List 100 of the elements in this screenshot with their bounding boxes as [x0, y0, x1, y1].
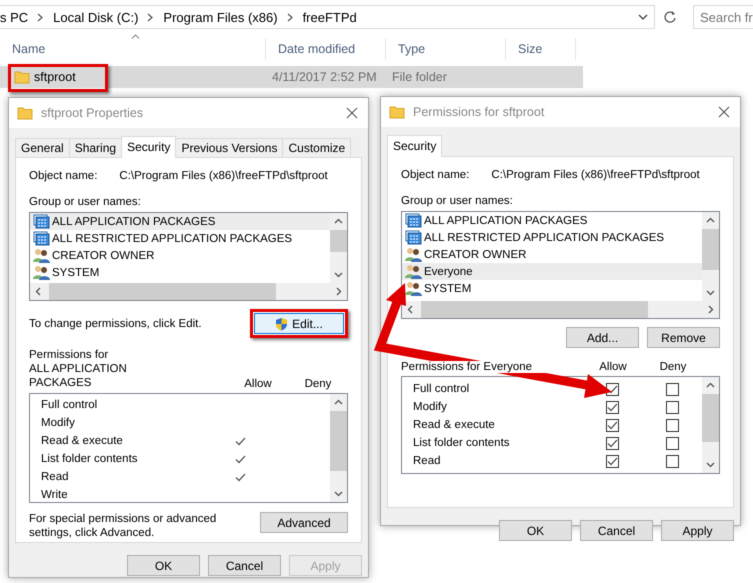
scroll-down-icon[interactable]: [334, 272, 343, 278]
scroll-right-icon[interactable]: [336, 287, 342, 296]
advanced-button[interactable]: Advanced: [260, 512, 348, 533]
breadcrumb[interactable]: s PC: [0, 10, 28, 24]
close-icon[interactable]: [346, 107, 358, 119]
scroll-up-icon[interactable]: [706, 382, 715, 388]
allow-checkbox[interactable]: [606, 454, 618, 468]
scrollbar-thumb[interactable]: [330, 411, 347, 471]
dialog-button[interactable]: Cancel: [208, 555, 281, 576]
horizontal-scrollbar[interactable]: [30, 283, 347, 300]
tab[interactable]: Security: [387, 135, 442, 157]
chevron-right-icon: [286, 12, 294, 22]
allow-checkbox[interactable]: [606, 418, 618, 432]
close-icon[interactable]: [718, 106, 730, 118]
group-item[interactable]: ALL RESTRICTED APPLICATION PACKAGES: [402, 229, 702, 246]
scroll-left-icon[interactable]: [407, 305, 413, 314]
users-icon: [33, 265, 50, 280]
permission-name: Modify: [413, 401, 448, 413]
permission-row: List folder contents: [30, 450, 330, 468]
field-label: Object name:: [401, 169, 470, 181]
check-icon: [234, 436, 246, 446]
group-item[interactable]: SYSTEM: [402, 280, 702, 297]
scroll-up-icon[interactable]: [706, 217, 715, 223]
field-label: Group or user names:: [29, 196, 142, 208]
vertical-scrollbar[interactable]: [330, 394, 347, 502]
permission-name: Read: [413, 455, 442, 467]
allow-checkbox[interactable]: [606, 400, 618, 414]
vertical-scrollbar[interactable]: [702, 377, 719, 473]
tab[interactable]: Customize: [282, 138, 352, 157]
object-path: C:\Program Files (x86)\freeFTPd\sftproot: [491, 169, 700, 181]
group-item[interactable]: ALL APPLICATION PACKAGES: [30, 213, 330, 230]
column-header[interactable]: Date modified: [266, 38, 386, 60]
deny-checkbox[interactable]: [666, 418, 678, 432]
field-label: Object name:: [29, 170, 98, 182]
field-label: Group or user names:: [401, 195, 514, 207]
tab[interactable]: Sharing: [68, 138, 122, 157]
dialog-button[interactable]: Apply: [661, 520, 734, 541]
permission-row: Read: [30, 468, 330, 486]
folder-icon: [17, 106, 33, 120]
scroll-up-icon[interactable]: [334, 218, 343, 224]
vertical-scrollbar[interactable]: [330, 213, 347, 283]
deny-checkbox[interactable]: [666, 436, 678, 450]
group-item[interactable]: Everyone: [402, 263, 702, 280]
scroll-down-icon[interactable]: [706, 462, 715, 468]
column-header: Allow: [243, 378, 273, 390]
column-header: Deny: [304, 378, 332, 390]
breadcrumb[interactable]: Local Disk (C:): [53, 10, 138, 24]
scrollbar-thumb[interactable]: [49, 283, 276, 300]
dialog-button[interactable]: OK: [127, 555, 200, 576]
permission-row-text: Write: [40, 488, 69, 502]
users-icon: [405, 281, 422, 296]
scroll-left-icon[interactable]: [35, 287, 41, 296]
edit-button[interactable]: Edit...: [254, 313, 344, 334]
remove-button[interactable]: Remove: [647, 327, 720, 348]
column-header[interactable]: Size: [506, 38, 576, 60]
deny-checkbox[interactable]: [666, 382, 678, 396]
add-button[interactable]: Add...: [566, 327, 639, 348]
chevron-down-icon[interactable]: [638, 14, 648, 20]
breadcrumb[interactable]: freeFTPd: [302, 10, 357, 24]
scroll-right-icon[interactable]: [708, 305, 714, 314]
check-icon: [234, 454, 246, 464]
horizontal-scrollbar[interactable]: [402, 301, 719, 318]
column-header[interactable]: Type: [386, 38, 506, 60]
check-icon: [234, 472, 246, 482]
scroll-up-icon[interactable]: [334, 399, 343, 405]
permission-row-text: Full control: [40, 398, 98, 413]
scrollbar-thumb[interactable]: [330, 230, 347, 252]
address-bar[interactable]: s PC Local Disk (C:) Program Files (x86) freeFTPd: [0, 5, 655, 29]
tab[interactable]: Security: [121, 136, 176, 158]
allow-checkbox[interactable]: [606, 436, 618, 450]
search-field[interactable]: Search fr: [693, 5, 753, 29]
refresh-icon[interactable]: [663, 10, 677, 24]
chevron-right-icon: [37, 12, 44, 22]
users-icon: [405, 264, 422, 279]
shield-icon: [275, 316, 288, 330]
group-item[interactable]: CREATOR OWNER: [30, 247, 330, 264]
group-item[interactable]: ALL APPLICATION PACKAGES: [402, 212, 702, 229]
users-icon: [405, 247, 422, 262]
window-title: sftproot Properties: [41, 106, 144, 120]
scrollbar-thumb[interactable]: [702, 229, 719, 270]
field-label: Permissions for ALL APPLICATION PACKAGES: [29, 348, 128, 390]
dialog-button[interactable]: Cancel: [580, 520, 653, 541]
breadcrumb[interactable]: Program Files (x86): [163, 10, 278, 24]
column-header[interactable]: Name: [0, 38, 266, 60]
scroll-down-icon[interactable]: [706, 290, 715, 296]
chevron-right-icon: [147, 12, 154, 22]
dialog-button[interactable]: OK: [499, 520, 572, 541]
group-item[interactable]: CREATOR OWNER: [402, 246, 702, 263]
permission-name: List folder contents: [413, 437, 511, 449]
file-name: sftproot: [34, 70, 76, 84]
scrollbar-thumb[interactable]: [421, 301, 648, 318]
vertical-scrollbar[interactable]: [702, 212, 719, 301]
deny-checkbox[interactable]: [666, 400, 678, 414]
deny-checkbox[interactable]: [666, 454, 678, 468]
scrollbar-thumb[interactable]: [702, 394, 719, 442]
tab[interactable]: General: [15, 138, 70, 157]
hint-text: To change permissions, click Edit.: [29, 318, 202, 330]
group-item[interactable]: ALL RESTRICTED APPLICATION PACKAGES: [30, 230, 330, 247]
scroll-down-icon[interactable]: [334, 491, 343, 497]
group-item[interactable]: SYSTEM: [30, 264, 330, 281]
